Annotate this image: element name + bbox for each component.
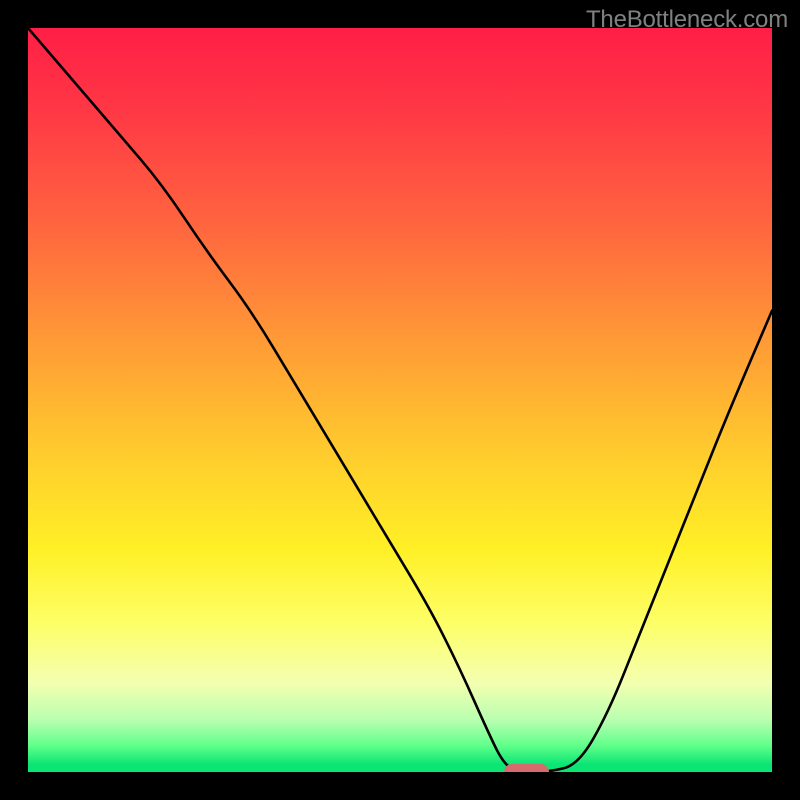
chart-frame: TheBottleneck.com	[0, 0, 800, 800]
watermark-text: TheBottleneck.com	[586, 6, 788, 34]
optimal-marker	[504, 764, 549, 772]
plot-area	[28, 28, 772, 772]
bottleneck-curve	[28, 28, 772, 772]
